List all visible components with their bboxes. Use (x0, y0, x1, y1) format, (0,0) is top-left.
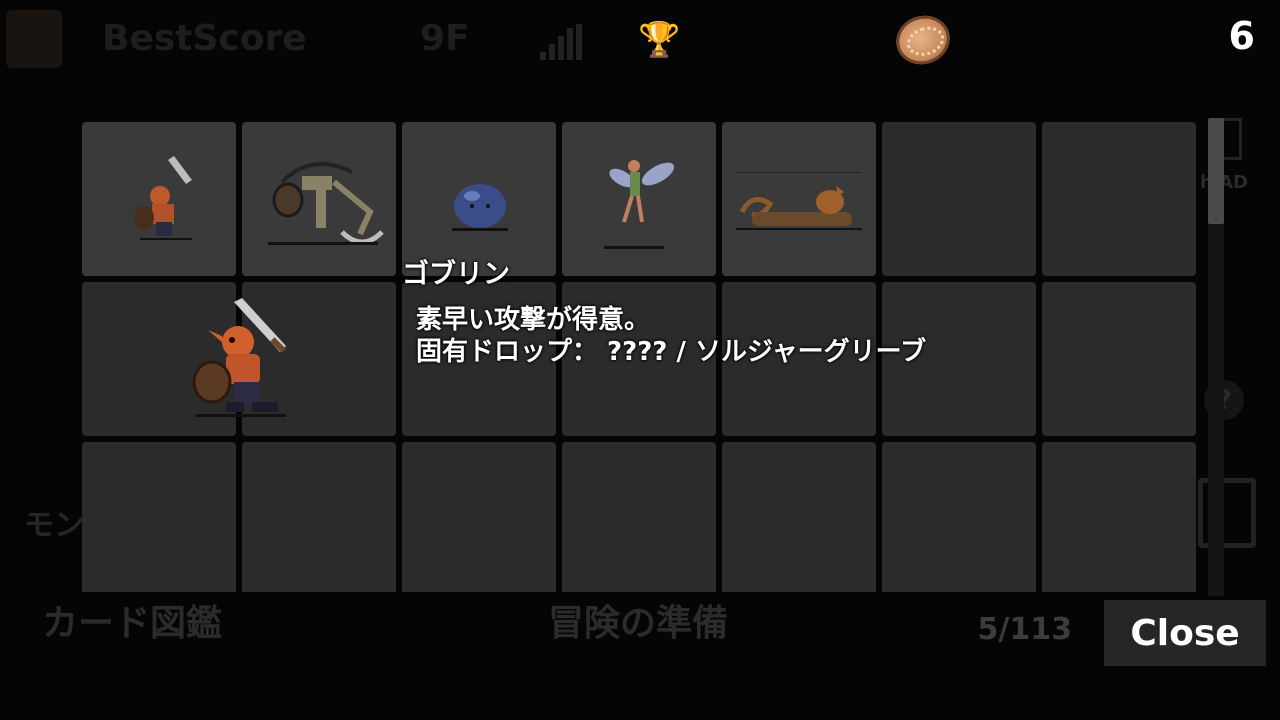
monster-card-fairy[interactable] (562, 122, 716, 276)
skeleton-reaper-sprite (268, 162, 384, 245)
monster-card-scorpion-dragon[interactable] (722, 122, 876, 276)
monster-drop-info: 固有ドロップ： ???? / ソルジャーグリーブ (416, 337, 927, 367)
preparation-label: 冒険の準備 (548, 603, 729, 644)
monster-description-block: 素早い攻撃が得意。 固有ドロップ： ???? / ソルジャーグリーブ (416, 304, 926, 368)
close-button[interactable]: Close (1104, 600, 1266, 666)
goblin-sprite (134, 156, 192, 240)
fairy-sprite (604, 160, 675, 249)
monster-name: ゴブリン (402, 259, 510, 290)
monster-card-empty[interactable] (1042, 442, 1196, 592)
signal-icon (540, 24, 582, 60)
floor-label: 9F (420, 18, 470, 59)
monster-card-empty[interactable] (1042, 282, 1196, 436)
coin-count: 6 (1228, 14, 1255, 58)
monster-card-skeleton-reaper[interactable] (242, 122, 396, 276)
page-count: 5/113 (977, 612, 1072, 647)
monster-card-empty[interactable] (722, 442, 876, 592)
monster-card-empty[interactable] (882, 122, 1036, 276)
goblin-sprite-large (192, 298, 286, 417)
list-icon (1198, 478, 1256, 548)
monster-card-empty[interactable] (242, 442, 396, 592)
monster-card-goblin[interactable] (82, 122, 236, 276)
monster-card-empty[interactable] (882, 442, 1036, 592)
trophy-icon: 🏆 (638, 20, 681, 60)
card-book-label: カード図鑑 (42, 603, 223, 644)
grid-scrollbar[interactable] (1208, 118, 1224, 596)
scorpion-dragon-sprite (736, 172, 862, 230)
scroll-thumb[interactable] (1208, 118, 1224, 224)
monster-label: モン (24, 508, 84, 543)
monster-card-empty[interactable] (402, 442, 556, 592)
best-score-label: BestScore (102, 18, 307, 59)
monster-card-empty[interactable] (562, 442, 716, 592)
player-avatar (6, 10, 62, 68)
monster-description: 素早い攻撃が得意。 (416, 305, 651, 335)
monster-card-empty[interactable] (1042, 122, 1196, 276)
monster-card-empty[interactable] (82, 442, 236, 592)
